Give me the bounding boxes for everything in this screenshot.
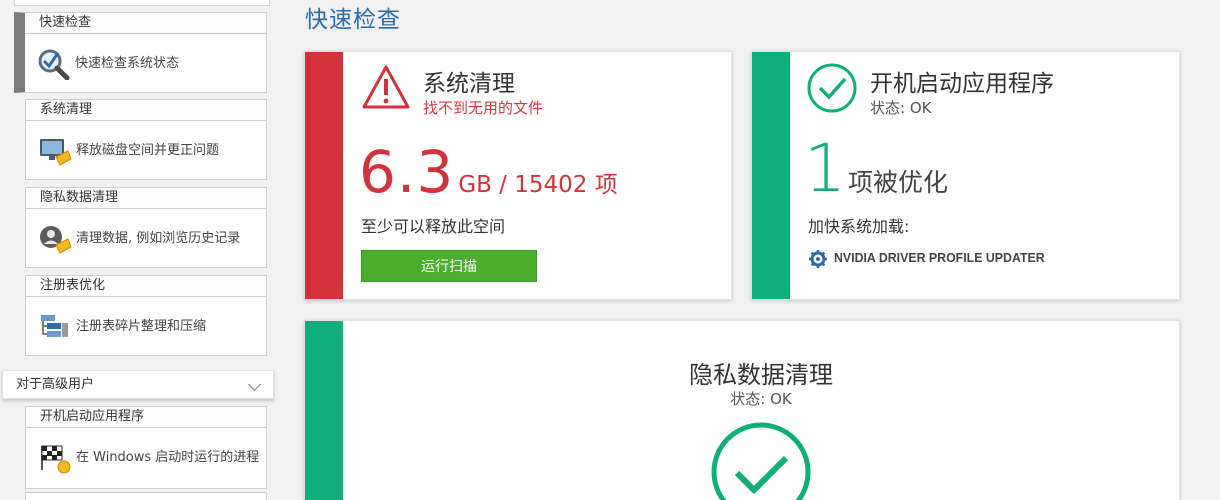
status-stripe <box>752 52 790 299</box>
magnifier-check-icon <box>38 49 70 80</box>
sidebar-item-label: 释放磁盘空间并更正问题 <box>76 142 220 158</box>
sidebar-top-edge <box>14 0 270 6</box>
registry-tree-icon <box>41 315 68 337</box>
sidebar-item-label: 清理数据, 例如浏览历史记录 <box>76 230 241 246</box>
card-status: 状态: OK <box>870 99 932 117</box>
card-status: 状态: OK <box>730 390 792 408</box>
card-title: 隐私数据清理 <box>689 361 833 389</box>
run-scan-button[interactable]: 运行扫描 <box>361 250 537 282</box>
sidebar-item-quick-check[interactable]: 快速检查 快速检查系统状态 <box>14 12 267 93</box>
card-title: 系统清理 <box>423 71 515 97</box>
sidebar-item-registry[interactable]: 注册表优化 注册表碎片整理和压缩 <box>25 275 267 356</box>
sidebar-item-partial[interactable] <box>25 492 267 500</box>
gear-icon <box>809 250 827 268</box>
sidebar-item-label: 注册表碎片整理和压缩 <box>76 318 207 334</box>
advanced-users-toggle[interactable]: 对于高级用户 <box>2 370 274 399</box>
sidebar-item-header: 隐私数据清理 <box>26 188 266 209</box>
sidebar-item-header: 开机启动应用程序 <box>26 407 266 428</box>
status-stripe <box>305 52 343 299</box>
privacy-cleanup-card: 隐私数据清理 状态: OK <box>304 320 1180 500</box>
advanced-users-label: 对于高级用户 <box>16 377 95 392</box>
ok-check-circle-icon <box>711 422 811 500</box>
chevron-down-icon <box>248 378 261 391</box>
pc-broom-icon <box>40 139 72 166</box>
cleanup-size: 6.3 GB / 15402 项 <box>359 138 618 206</box>
cleanup-size-unit: GB / 15402 项 <box>458 172 618 198</box>
optimized-count: 1项被优化 <box>804 130 948 207</box>
status-stripe <box>305 321 343 500</box>
sidebar-item-header: 注册表优化 <box>26 276 266 297</box>
privacy-broom-icon <box>40 226 72 254</box>
card-description: 至少可以释放此空间 <box>361 217 506 236</box>
ok-check-circle-icon <box>807 63 857 113</box>
startup-item[interactable]: NVIDIA DRIVER PROFILE UPDATER <box>834 250 1045 265</box>
sidebar-item-privacy-cleanup[interactable]: 隐私数据清理 清理数据, 例如浏览历史记录 <box>25 187 267 268</box>
sidebar-item-startup-apps[interactable]: 开机启动应用程序 在 Windows 启动时运行的进程 <box>25 406 267 489</box>
cleanup-size-value: 6.3 <box>359 138 455 206</box>
sidebar-item-header: 快速检查 <box>25 13 266 34</box>
optimized-count-value: 1 <box>804 130 846 207</box>
sidebar-item-system-cleanup[interactable]: 系统清理 释放磁盘空间并更正问题 <box>25 99 267 180</box>
startup-apps-card: 开机启动应用程序 状态: OK 1项被优化 加快系统加载: NVIDIA DRI… <box>751 51 1180 300</box>
card-title: 开机启动应用程序 <box>870 71 1054 97</box>
sidebar-item-label: 在 Windows 启动时运行的进程 <box>76 449 260 465</box>
warning-icon <box>362 65 410 109</box>
startup-flag-icon <box>41 445 71 474</box>
sidebar-item-label: 快速检查系统状态 <box>75 55 180 71</box>
sidebar-item-header: 系统清理 <box>26 100 266 121</box>
page-title: 快速检查 <box>305 7 401 33</box>
card-subtitle: 找不到无用的文件 <box>423 99 544 117</box>
optimized-count-label: 项被优化 <box>848 168 949 197</box>
sidebar: 快速检查 快速检查系统状态 系统清理 释放磁盘空间并更正问题 隐私数据清理 清理… <box>0 0 280 500</box>
system-cleanup-card: 系统清理 找不到无用的文件 6.3 GB / 15402 项 至少可以释放此空间 … <box>304 51 732 300</box>
card-description: 加快系统加载: <box>808 217 910 236</box>
